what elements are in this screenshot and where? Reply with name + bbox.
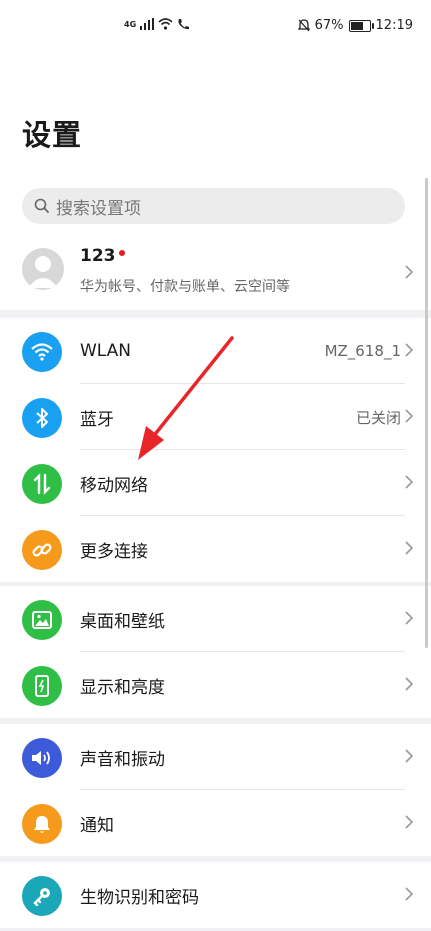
- settings-item-more-connections[interactable]: 更多连接: [0, 516, 431, 582]
- network-type: 4G: [124, 19, 137, 29]
- settings-item-label: 通知: [80, 815, 114, 836]
- mute-icon: [297, 19, 310, 32]
- settings-item-biometrics[interactable]: 生物识别和密码: [0, 862, 431, 928]
- settings-item-bluetooth[interactable]: 蓝牙 已关闭: [0, 384, 431, 450]
- settings-item-display[interactable]: 显示和亮度: [0, 652, 431, 718]
- display-group: 桌面和壁纸 显示和亮度: [0, 586, 431, 718]
- settings-item-value: 已关闭: [355, 408, 401, 427]
- chevron-right-icon: [405, 409, 413, 423]
- chevron-right-icon: [405, 343, 413, 357]
- chevron-right-icon: [405, 749, 413, 763]
- status-bar: 4G 67% 12:19: [0, 0, 431, 52]
- mobile-data-icon: [22, 464, 62, 504]
- settings-item-label: 移动网络: [80, 475, 148, 496]
- wifi-status-icon: [158, 18, 173, 30]
- settings-header: 设置 搜索设置项: [0, 52, 431, 234]
- notification-dot: [118, 250, 125, 256]
- status-icons-left: 4G: [124, 18, 190, 30]
- settings-item-sound[interactable]: 声音和振动: [0, 724, 431, 790]
- settings-item-notifications[interactable]: 通知: [0, 790, 431, 856]
- chevron-right-icon: [405, 677, 413, 691]
- call-icon: [178, 19, 190, 30]
- account-subtitle: 华为帐号、付款与账单、云空间等: [80, 279, 290, 295]
- chevron-right-icon: [405, 611, 413, 625]
- page-title: 设置: [22, 118, 83, 152]
- connectivity-group: WLAN MZ_618_1 蓝牙 已关闭 移动网络 更多连接: [0, 318, 431, 582]
- account-group: 123 华为帐号、付款与账单、云空间等: [0, 234, 431, 310]
- search-icon: [34, 198, 50, 214]
- settings-item-label: 桌面和壁纸: [80, 611, 165, 632]
- account-name: 123: [80, 246, 125, 266]
- settings-item-label: 蓝牙: [80, 409, 114, 430]
- security-group: 生物识别和密码: [0, 862, 431, 928]
- clock: 12:19: [375, 18, 413, 33]
- settings-item-label: 更多连接: [80, 541, 148, 562]
- avatar: [22, 248, 64, 290]
- settings-item-wlan[interactable]: WLAN MZ_618_1: [0, 318, 431, 384]
- settings-item-label: 显示和亮度: [80, 677, 165, 698]
- chevron-right-icon: [405, 265, 413, 279]
- wallpaper-icon: [22, 600, 62, 640]
- settings-item-mobile-network[interactable]: 移动网络: [0, 450, 431, 516]
- settings-item-wallpaper[interactable]: 桌面和壁纸: [0, 586, 431, 652]
- scrollbar[interactable]: [425, 178, 428, 648]
- status-icons-right: 67% 12:19: [297, 18, 413, 33]
- display-icon: [22, 666, 62, 706]
- speaker-icon: [22, 738, 62, 778]
- bluetooth-icon: [22, 398, 62, 438]
- sound-group: 声音和振动 通知: [0, 724, 431, 856]
- search-input[interactable]: 搜索设置项: [22, 188, 405, 224]
- account-row[interactable]: 123 华为帐号、付款与账单、云空间等: [0, 234, 431, 310]
- link-icon: [22, 530, 62, 570]
- bell-icon: [22, 804, 62, 844]
- settings-item-value: MZ_618_1: [324, 342, 401, 360]
- search-placeholder: 搜索设置项: [56, 198, 141, 219]
- battery-percent: 67%: [314, 18, 344, 33]
- settings-item-label: WLAN: [80, 341, 132, 361]
- chevron-right-icon: [405, 887, 413, 901]
- chevron-right-icon: [405, 475, 413, 489]
- settings-item-label: 生物识别和密码: [80, 887, 199, 908]
- signal-icon: [140, 18, 155, 30]
- chevron-right-icon: [405, 541, 413, 555]
- wifi-icon: [22, 332, 62, 372]
- battery-icon: [348, 19, 374, 32]
- chevron-right-icon: [405, 815, 413, 829]
- settings-item-label: 声音和振动: [80, 749, 165, 770]
- key-icon: [22, 876, 62, 916]
